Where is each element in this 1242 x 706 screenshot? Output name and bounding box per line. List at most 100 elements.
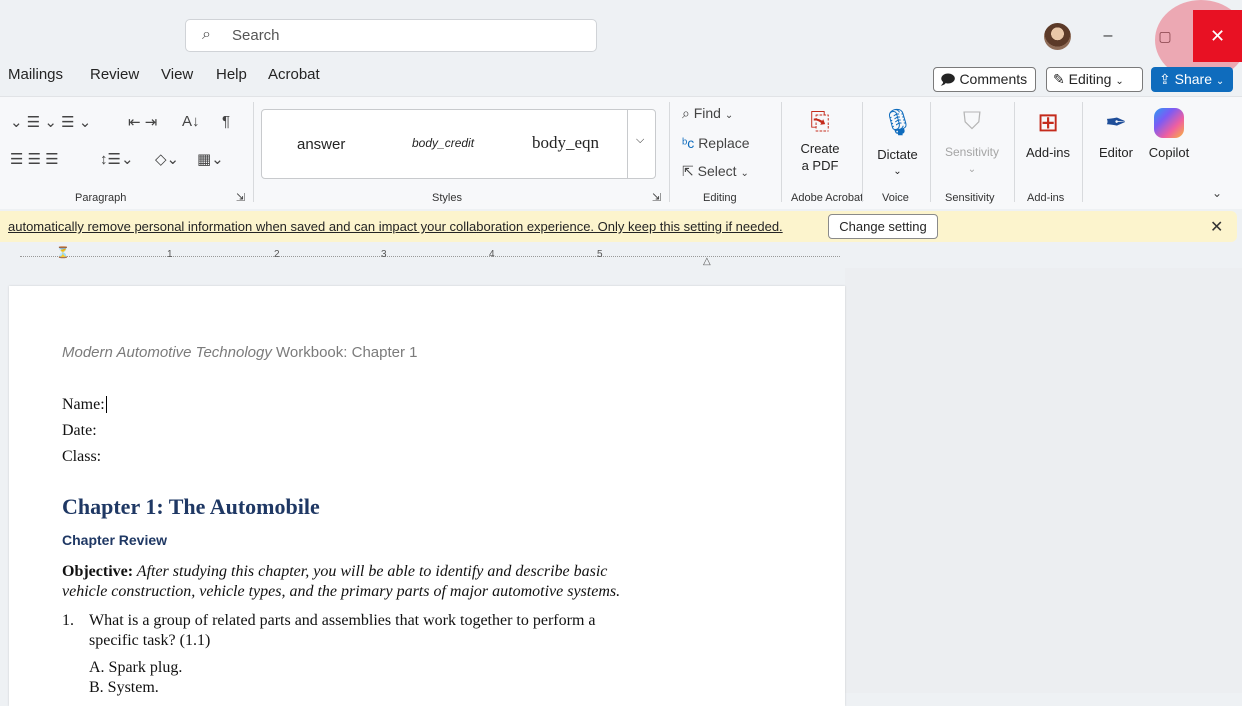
dialog-launcher-icon[interactable]: ⇲ (652, 191, 661, 204)
divider (862, 102, 863, 202)
share-button[interactable]: ⇪ Share ⌄ (1151, 67, 1233, 92)
bullets-icon[interactable]: ⌄ ☰ ⌄ ☰ ⌄ (10, 113, 91, 131)
dictate-label: Dictate (877, 147, 918, 162)
change-setting-button[interactable]: Change setting (828, 214, 938, 239)
sort-icon[interactable]: A↓ (182, 113, 200, 130)
group-label-sensitivity: Sensitivity (945, 192, 995, 204)
borders-icon[interactable]: ▦⌄ (197, 150, 224, 168)
chevron-down-icon: ⌄ (1215, 76, 1225, 87)
pencil-icon: ✎ (1053, 71, 1065, 87)
indent-icon[interactable]: ⇤ ⇥ (128, 113, 157, 131)
notification-bar: automatically remove personal informatio… (0, 211, 1237, 242)
book-title: Modern Automotive Technology (62, 344, 272, 361)
replace-icon: ᵇc (682, 135, 695, 151)
editing-label: Editing (1068, 71, 1112, 87)
section-title: Chapter Review (62, 532, 168, 548)
editor-button[interactable]: ✒ Editor (1092, 104, 1140, 161)
menu-acrobat[interactable]: Acrobat (268, 66, 320, 83)
name-label: Name: (62, 396, 105, 413)
right-indent-marker[interactable]: △ (703, 256, 711, 267)
minimize-button[interactable]: – (1085, 16, 1131, 56)
microphone-icon: 🎙 (880, 107, 914, 137)
shading-icon[interactable]: ◇⌄ (155, 150, 179, 168)
answer-option: B. System. (89, 679, 159, 696)
question-text-line-1: What is a group of related parts and ass… (89, 612, 596, 629)
pilcrow-icon[interactable]: ¶ (222, 113, 230, 130)
group-label-styles: Styles (432, 192, 462, 204)
gallery-expand-icon[interactable]: ⌵ (636, 134, 644, 147)
group-label-add-ins: Add-ins (1027, 192, 1065, 204)
align-icon[interactable]: ☰ ☰ ☰ (10, 150, 59, 168)
replace-button[interactable]: ᵇc Replace (682, 135, 750, 151)
comment-icon: 🗩 (940, 71, 956, 87)
styles-gallery: answer body_credit body_eqn ⌵ (261, 109, 656, 179)
question-text-line-2: specific task? (1.1) (89, 632, 211, 649)
divider (781, 102, 782, 202)
divider (1014, 102, 1015, 202)
find-icon: ⌕ (682, 105, 690, 121)
dictate-button[interactable]: 🎙 Dictate ⌄ (870, 104, 925, 180)
name-field: Name: (62, 396, 107, 414)
menu-review[interactable]: Review (90, 66, 139, 83)
ruler-number: 3 (381, 249, 387, 260)
chevron-down-icon: ⌄ (724, 110, 734, 121)
divider (669, 102, 670, 202)
style-body-eqn[interactable]: body_eqn (532, 133, 599, 153)
search-icon: ⌕ (202, 26, 211, 43)
copilot-icon (1154, 108, 1184, 138)
share-icon: ⇪ (1159, 71, 1171, 87)
text-cursor (105, 396, 107, 413)
group-label-voice: Voice (882, 192, 909, 204)
close-button[interactable]: ✕ (1193, 10, 1242, 62)
comments-label: Comments (959, 71, 1028, 87)
chapter-title: Chapter 1: The Automobile (62, 494, 320, 519)
pdf-icon: ⎘ (810, 108, 830, 135)
notification-text[interactable]: automatically remove personal informatio… (8, 219, 783, 234)
group-label-editing: Editing (703, 192, 737, 204)
style-answer[interactable]: answer (297, 136, 345, 153)
ruler-ticks (20, 256, 840, 257)
dialog-launcher-icon[interactable]: ⇲ (236, 191, 245, 204)
menu-help[interactable]: Help (216, 66, 247, 83)
style-body-credit[interactable]: body_credit (412, 136, 474, 150)
editor-pen-icon: ✒ (1105, 107, 1127, 137)
ruler-number: 1 (167, 249, 173, 260)
objective-line-2: vehicle construction, vehicle types, and… (62, 583, 621, 600)
question-number: 1. (62, 612, 74, 629)
add-ins-button[interactable]: ⊞ Add-ins (1020, 104, 1076, 161)
search-placeholder[interactable]: Search (232, 27, 280, 44)
editor-label: Editor (1099, 145, 1133, 160)
group-label-paragraph: Paragraph (75, 192, 127, 204)
select-label: Select (697, 163, 737, 179)
menu-mailings[interactable]: Mailings (8, 66, 63, 83)
find-label: Find (693, 105, 721, 121)
search-box[interactable]: ⌕ Search (185, 19, 597, 52)
sensitivity-button[interactable]: ⛉ Sensitivity ⌄ (938, 104, 1006, 178)
editing-mode-button[interactable]: ✎ Editing ⌄ (1046, 67, 1143, 92)
indent-marker[interactable]: ⏳ (56, 246, 70, 266)
avatar[interactable] (1044, 23, 1071, 50)
ruler-number: 5 (597, 249, 603, 260)
ribbon-collapse-icon[interactable]: ⌄ (1212, 186, 1222, 200)
objective-line-1: Objective: After studying this chapter, … (62, 563, 607, 581)
divider (253, 102, 254, 202)
ruler-number: 2 (274, 249, 280, 260)
line-spacing-icon[interactable]: ↕☰⌄ (100, 150, 134, 168)
answer-option: A. Spark plug. (89, 659, 183, 676)
close-icon[interactable]: ✕ (1210, 217, 1223, 237)
create-pdf-label-2: a PDF (801, 158, 839, 173)
comments-button[interactable]: 🗩 Comments (933, 67, 1036, 92)
replace-label: Replace (698, 135, 750, 151)
divider (930, 102, 931, 202)
select-button[interactable]: ⇱ Select ⌄ (682, 163, 749, 180)
ruler: ⏳ 1 2 3 4 5 △ (0, 246, 845, 268)
menu-view[interactable]: View (161, 66, 193, 83)
canvas-background (845, 268, 1242, 693)
class-field: Class: (62, 448, 102, 465)
copilot-button[interactable]: Copilot (1143, 104, 1195, 161)
create-pdf-button[interactable]: ⎘ Create a PDF (790, 104, 850, 174)
find-button[interactable]: ⌕ Find ⌄ (682, 105, 733, 122)
document-page[interactable]: Modern Automotive Technology Workbook: C… (9, 286, 845, 706)
sensitivity-icon: ⛉ (963, 108, 981, 135)
header-rest: Workbook: Chapter 1 (271, 344, 418, 361)
